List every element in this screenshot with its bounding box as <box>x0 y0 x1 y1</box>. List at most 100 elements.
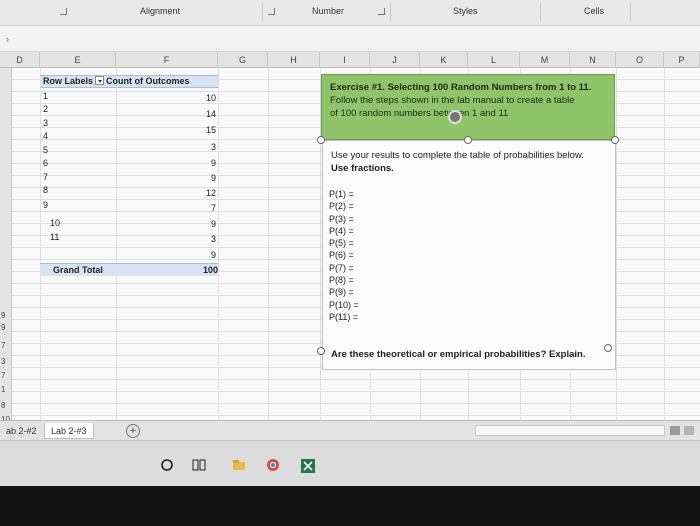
pivot-row-label: 10 <box>50 218 61 228</box>
col-header-p[interactable]: P <box>664 52 700 68</box>
dialog-launcher-icon[interactable] <box>268 8 275 15</box>
row-header[interactable]: 7 <box>1 341 5 350</box>
question-text: Are these theoretical or empirical proba… <box>331 349 586 360</box>
windows-taskbar <box>0 440 700 486</box>
horizontal-scrollbar[interactable] <box>475 425 665 436</box>
screen-bezel <box>0 486 700 526</box>
grid-line <box>116 68 117 420</box>
probability-line[interactable]: P(10) = <box>329 299 359 311</box>
pivot-row-value: 9 <box>210 219 216 229</box>
pivot-total-label: Grand Total <box>53 265 103 275</box>
probability-line[interactable]: P(4) = <box>329 225 359 237</box>
pivot-row-label: 2 <box>43 104 49 114</box>
row-header[interactable]: 3 <box>1 357 5 366</box>
probability-line[interactable]: P(1) = <box>329 188 359 200</box>
add-sheet-icon[interactable]: + <box>126 424 140 438</box>
row-header[interactable]: 9 <box>1 323 5 332</box>
ribbon-group-labels: Alignment Number Styles Cells <box>0 0 700 26</box>
probability-line[interactable]: P(2) = <box>329 200 359 212</box>
ribbon-separator <box>262 2 263 22</box>
pivot-row-value: 3 <box>210 234 216 244</box>
col-header-f[interactable]: F <box>116 52 218 68</box>
pivot-row-value: 9 <box>210 173 216 183</box>
name-box-chevron-icon[interactable]: › <box>6 34 9 44</box>
sheet-tab-lab-2-3[interactable]: Lab 2-#3 <box>44 423 94 439</box>
probability-line[interactable]: P(7) = <box>329 262 359 274</box>
grid-line <box>218 68 219 420</box>
pivot-row-value: 3 <box>210 142 216 152</box>
col-header-g[interactable]: G <box>218 52 268 68</box>
probability-line[interactable]: P(6) = <box>329 249 359 261</box>
col-header-k[interactable]: K <box>420 52 468 68</box>
col-header-o[interactable]: O <box>616 52 664 68</box>
row-header[interactable]: 7 <box>1 371 5 380</box>
pivot-row-label: 7 <box>43 172 49 182</box>
resize-handle-icon[interactable] <box>464 136 472 144</box>
file-explorer-icon[interactable] <box>232 458 246 472</box>
pivot-row-label: 9 <box>43 200 49 210</box>
col-header-m[interactable]: M <box>520 52 570 68</box>
pivot-row-label: 5 <box>43 145 49 155</box>
probability-line[interactable]: P(11) = <box>329 311 359 323</box>
chrome-icon[interactable] <box>266 458 280 472</box>
row-header[interactable]: 8 <box>1 401 5 410</box>
filter-dropdown-icon[interactable] <box>95 76 105 85</box>
pivot-row-value: 10 <box>205 93 216 103</box>
grid-line <box>268 68 269 420</box>
pivot-row-label: 3 <box>43 118 49 128</box>
col-header-i[interactable]: I <box>320 52 370 68</box>
sheet-tab-bar: ab 2-#2 Lab 2-#3 + <box>0 420 700 440</box>
pivot-row-label: 4 <box>43 131 49 141</box>
pivot-row-value: 15 <box>205 125 216 135</box>
grid-line <box>616 68 617 420</box>
probability-line[interactable]: P(9) = <box>329 286 359 298</box>
excel-icon[interactable] <box>300 458 316 474</box>
pivot-row-label: 11 <box>50 232 60 242</box>
col-header-h[interactable]: H <box>268 52 320 68</box>
probability-line[interactable]: P(5) = <box>329 237 359 249</box>
probability-line[interactable]: P(3) = <box>329 213 359 225</box>
col-header-l[interactable]: L <box>468 52 520 68</box>
probability-line[interactable]: P(8) = <box>329 274 359 286</box>
pivot-row-value: 12 <box>205 188 216 198</box>
instructions-text-box[interactable]: Use your results to complete the table o… <box>322 140 616 370</box>
normal-view-icon[interactable] <box>670 426 680 435</box>
probability-list: P(1) = P(2) = P(3) = P(4) = P(5) = P(6) … <box>329 188 359 323</box>
col-header-n[interactable]: N <box>570 52 616 68</box>
dialog-launcher-icon[interactable] <box>378 8 385 15</box>
exercise-text-box[interactable]: Exercise #1. Selecting 100 Random Number… <box>321 74 615 140</box>
exercise-title: Exercise #1. Selecting 100 Random Number… <box>330 82 592 93</box>
dialog-launcher-icon[interactable] <box>60 8 67 15</box>
grid-line <box>664 68 665 420</box>
row-header[interactable]: 9 <box>1 311 5 320</box>
task-view-icon[interactable] <box>192 458 206 472</box>
col-header-e[interactable]: E <box>40 52 116 68</box>
ribbon-group-cells: Cells <box>584 6 605 16</box>
page-layout-view-icon[interactable] <box>684 426 694 435</box>
pivot-row-label: 1 <box>43 91 49 101</box>
exercise-line-2: Follow the steps shown in the lab manual… <box>330 95 575 106</box>
exercise-line-3: of 100 random numbers between 1 and 11 <box>330 108 509 119</box>
col-header-j[interactable]: J <box>370 52 420 68</box>
row-headers: 9 9 7 3 7 1 8 10 <box>0 68 12 420</box>
mouse-cursor-icon <box>448 110 462 124</box>
search-circle-icon[interactable] <box>160 458 174 472</box>
pivot-row-value: 9 <box>210 158 216 168</box>
pivot-row-labels-text: Row Labels <box>43 76 94 86</box>
ribbon-group-number: Number <box>312 6 345 16</box>
pivot-row-label: 8 <box>43 185 49 195</box>
ribbon-separator <box>390 2 391 22</box>
ribbon-group-styles: Styles <box>453 6 478 16</box>
grid-line <box>40 68 41 420</box>
ribbon-separator <box>630 2 631 22</box>
resize-handle-icon[interactable] <box>317 136 325 144</box>
resize-handle-icon[interactable] <box>611 136 619 144</box>
instructions-line-1: Use your results to complete the table o… <box>331 150 584 161</box>
exercise-text: Exercise #1. Selecting 100 Random Number… <box>330 81 612 120</box>
resize-handle-icon[interactable] <box>317 347 325 355</box>
col-header-d[interactable]: D <box>0 52 40 68</box>
resize-handle-icon[interactable] <box>604 344 612 352</box>
sheet-tab-lab-2-2[interactable]: ab 2-#2 <box>0 423 43 439</box>
row-header[interactable]: 1 <box>1 385 5 394</box>
pivot-row-labels-header[interactable]: Row Labels Count of Outcomes <box>43 76 190 87</box>
